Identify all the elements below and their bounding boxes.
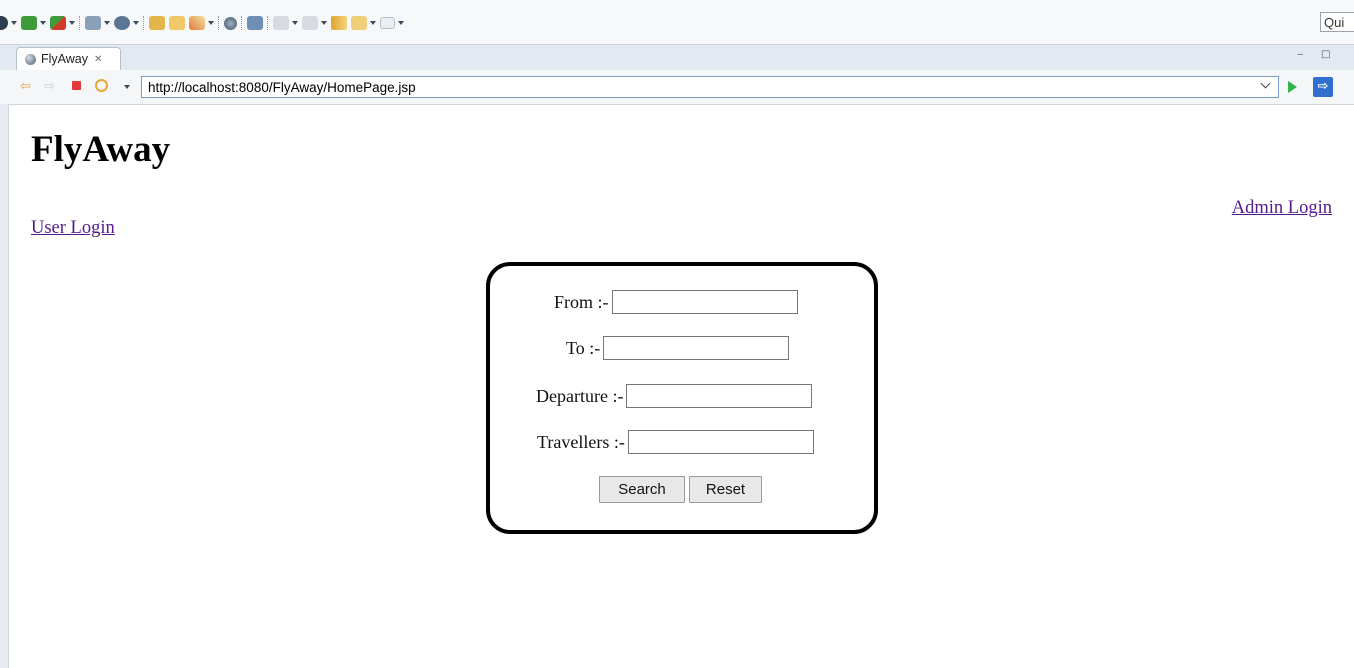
travellers-label: Travellers :-: [537, 431, 625, 452]
url-input[interactable]: [141, 76, 1279, 98]
refresh-icon[interactable]: [95, 79, 108, 92]
external-tools-icon[interactable]: [114, 16, 130, 30]
chevron-down-icon[interactable]: [370, 21, 376, 25]
minimize-icon[interactable]: ‒: [1297, 49, 1303, 60]
toolbar-separator: [143, 16, 145, 30]
forward-icon[interactable]: ⇨: [44, 80, 55, 94]
chevron-down-icon[interactable]: [321, 21, 327, 25]
travellers-row: Travellers :-: [537, 430, 814, 454]
from-row: From :-: [554, 290, 798, 314]
back-icon[interactable]: ⇦: [20, 80, 31, 94]
chevron-down-icon[interactable]: [69, 21, 75, 25]
to-row: To :-: [566, 336, 790, 360]
search-icon[interactable]: [247, 16, 263, 30]
close-icon[interactable]: ✕: [94, 54, 102, 65]
pen-icon[interactable]: [189, 16, 205, 30]
maximize-icon[interactable]: □: [1321, 49, 1330, 60]
from-input[interactable]: [611, 290, 798, 314]
back-icon[interactable]: [331, 16, 347, 30]
departure-input[interactable]: [626, 384, 813, 408]
chevron-down-icon[interactable]: [124, 85, 130, 89]
run-icon[interactable]: [0, 16, 8, 30]
quick-access-field[interactable]: Qui: [1320, 12, 1354, 32]
left-edge-panel: [0, 104, 9, 668]
departure-label: Departure :-: [536, 385, 624, 406]
debug-icon[interactable]: [21, 16, 37, 30]
chevron-down-icon[interactable]: [11, 21, 17, 25]
globe-icon: [25, 53, 36, 65]
admin-login-link[interactable]: Admin Login: [1232, 197, 1332, 219]
editor-tab-bar: FlyAway ✕ ‒ □: [0, 44, 1354, 71]
toolbar-separator: [218, 16, 220, 30]
coverage-icon[interactable]: [50, 16, 66, 30]
toolbar-separator: [79, 16, 81, 30]
open-file-icon[interactable]: [169, 16, 185, 30]
chevron-down-icon[interactable]: [292, 21, 298, 25]
go-icon[interactable]: [1288, 81, 1297, 93]
chevron-down-icon[interactable]: [104, 21, 110, 25]
from-label: From :-: [554, 291, 609, 312]
toolbar-separator: [267, 16, 269, 30]
prev-annotation-icon[interactable]: [273, 16, 289, 30]
next-annotation-icon[interactable]: [302, 16, 318, 30]
new-server-icon[interactable]: [85, 16, 101, 30]
stop-icon[interactable]: [72, 81, 81, 90]
eclipse-toolbar: Qui: [0, 0, 1354, 44]
globe-icon[interactable]: [224, 16, 237, 30]
to-label: To :-: [566, 337, 601, 358]
chevron-down-icon[interactable]: [40, 21, 46, 25]
reset-button[interactable]: Reset: [689, 476, 762, 503]
chevron-down-icon[interactable]: [133, 21, 139, 25]
forward-icon[interactable]: [351, 16, 367, 30]
browser-address-bar: ⇦ ⇨ ⇨: [0, 70, 1354, 105]
to-input[interactable]: [603, 336, 790, 360]
toolbar-icons: [0, 14, 404, 32]
tab-flyaway[interactable]: FlyAway ✕: [16, 47, 121, 70]
chevron-down-icon[interactable]: [208, 21, 214, 25]
forward-alt-icon[interactable]: [380, 17, 395, 29]
departure-row: Departure :-: [536, 384, 813, 408]
chevron-down-icon[interactable]: [398, 21, 404, 25]
tab-label: FlyAway: [41, 52, 89, 66]
open-folder-icon[interactable]: [149, 16, 165, 30]
travellers-input[interactable]: [627, 430, 814, 454]
toolbar-separator: [241, 16, 243, 30]
search-button[interactable]: Search: [599, 476, 685, 503]
page-title: FlyAway: [31, 129, 171, 170]
open-external-browser-icon[interactable]: ⇨: [1313, 77, 1333, 97]
user-login-link[interactable]: User Login: [31, 217, 115, 239]
